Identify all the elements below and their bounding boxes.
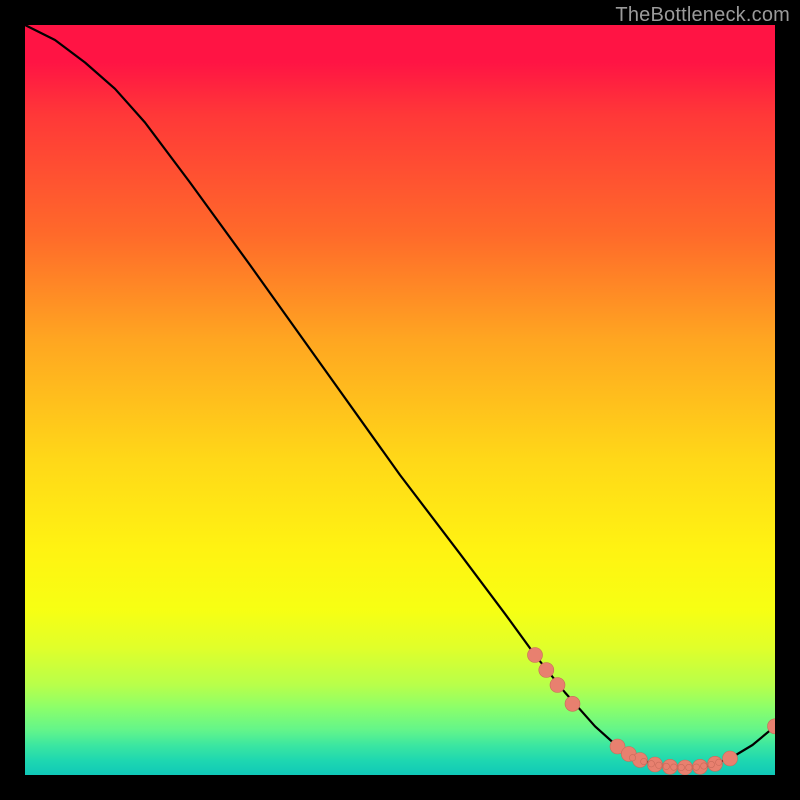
data-marker xyxy=(550,678,565,693)
data-marker xyxy=(565,696,580,711)
data-marker xyxy=(693,764,699,770)
data-marker xyxy=(708,761,714,767)
data-marker xyxy=(648,761,654,767)
data-marker xyxy=(663,763,669,769)
data-marker xyxy=(723,751,738,766)
data-marker xyxy=(686,764,692,770)
chart-frame: TheBottleneck.com xyxy=(0,0,800,800)
data-markers-large xyxy=(528,648,776,776)
data-marker xyxy=(678,764,684,770)
data-marker xyxy=(528,648,543,663)
plot-area xyxy=(25,25,775,775)
data-marker xyxy=(701,763,707,769)
watermark-text: TheBottleneck.com xyxy=(615,4,790,27)
data-marker xyxy=(629,755,635,761)
data-marker xyxy=(716,759,722,765)
data-marker xyxy=(671,764,677,770)
bottleneck-curve xyxy=(25,25,775,768)
data-marker xyxy=(641,758,647,764)
curve-layer xyxy=(25,25,775,775)
data-marker xyxy=(656,762,662,768)
data-marker xyxy=(539,663,554,678)
